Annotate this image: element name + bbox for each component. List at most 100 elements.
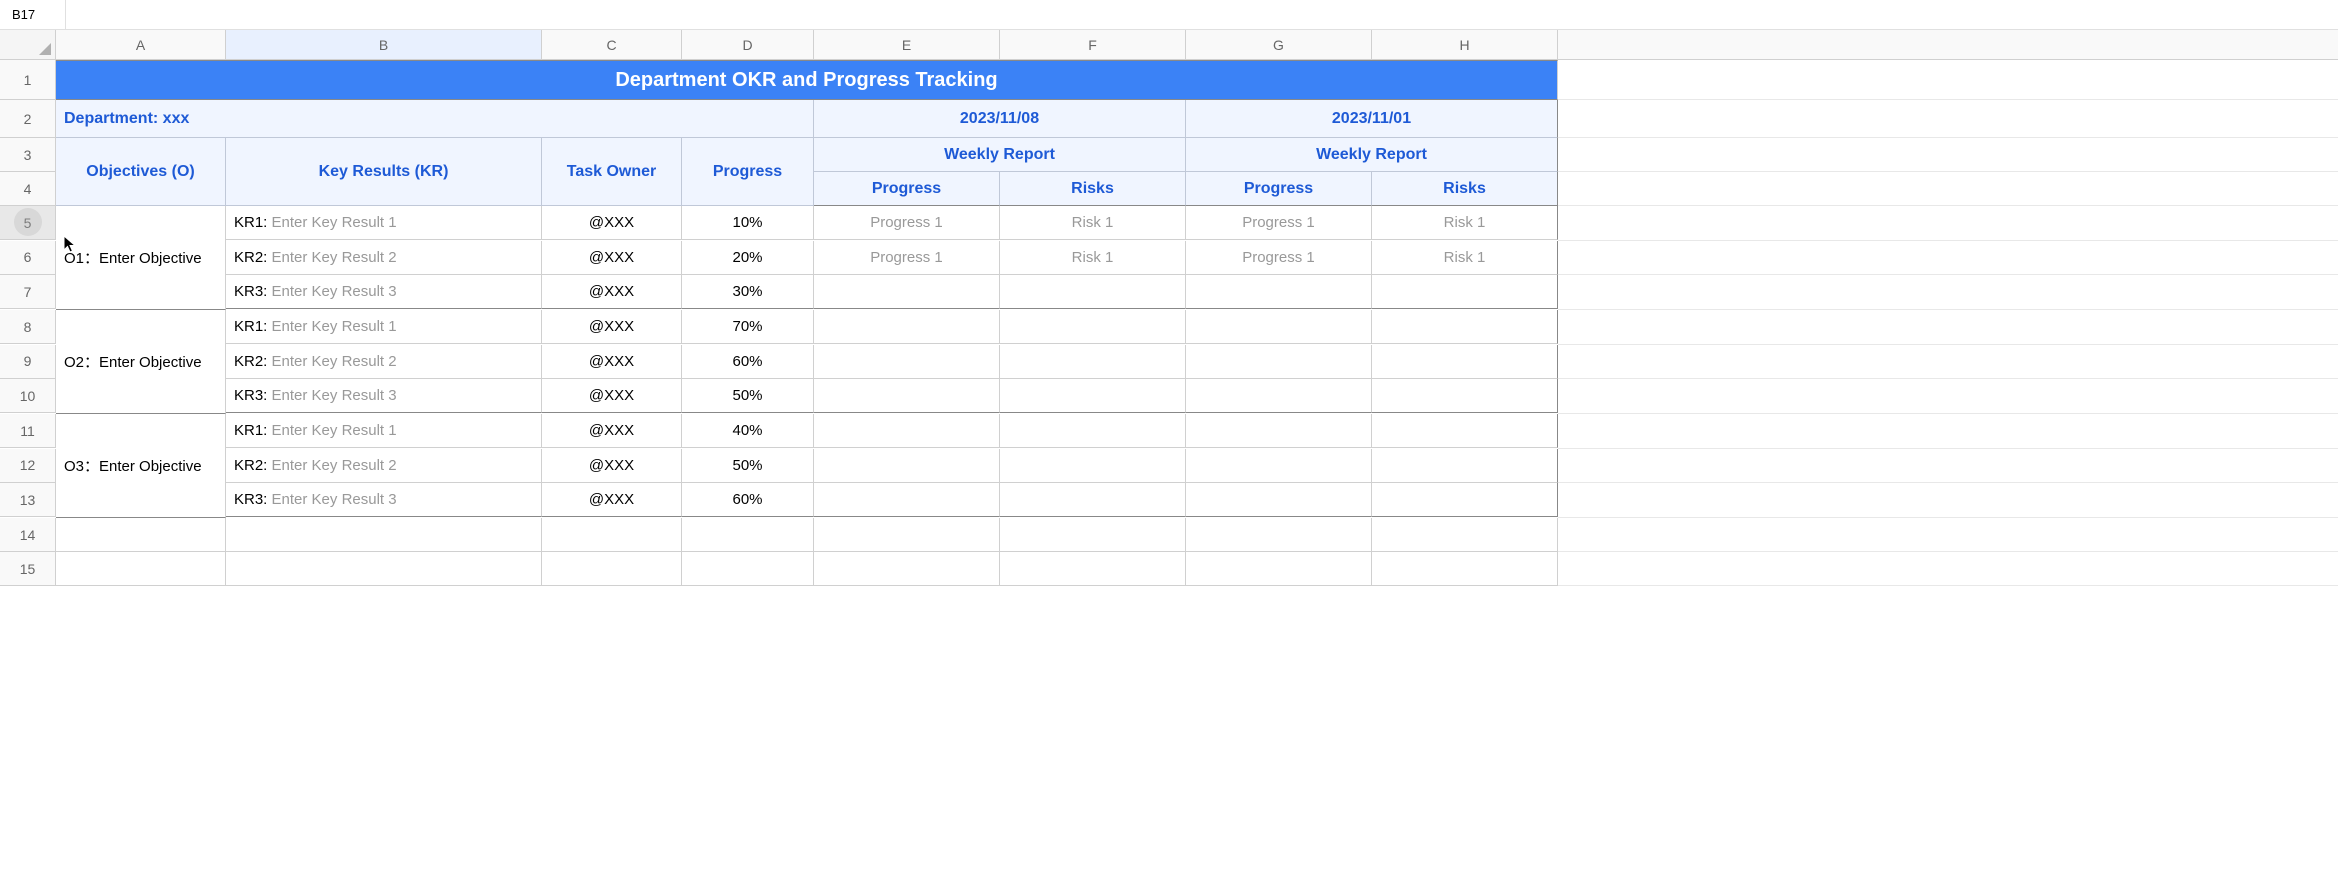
row-header-11[interactable]: 11 [0,414,56,448]
cell-extra-9[interactable] [1558,345,2338,380]
cell-h15[interactable] [1372,552,1558,586]
date-cell-2[interactable]: 2023/11/01 [1186,100,1558,138]
col-header-c[interactable]: C [542,30,682,60]
row-header-2[interactable]: 2 [0,100,56,138]
report2-progress-o1-2[interactable]: Progress 1 [1186,241,1372,275]
col-header-e[interactable]: E [814,30,1000,60]
kr-cell-o1-2[interactable]: KR2: Enter Key Result 2 [226,241,542,275]
cell-reference-input[interactable]: B17 [0,0,66,29]
cell-h14[interactable] [1372,518,1558,552]
report1-risk-o1-1[interactable]: Risk 1 [1000,206,1186,240]
row-header-15[interactable]: 15 [0,552,56,586]
report1-risk-o2-3[interactable] [1000,379,1186,413]
report2-risk-o2-1[interactable] [1372,310,1558,344]
report2-progress-o2-3[interactable] [1186,379,1372,413]
report2-progress-o2-2[interactable] [1186,345,1372,379]
report1-risk-o3-1[interactable] [1000,414,1186,448]
risks-sub-header-1[interactable]: Risks [1000,172,1186,206]
report1-progress-o2-3[interactable] [814,379,1000,413]
owner-cell-o2-1[interactable]: @XXX [542,310,682,344]
report2-risk-o2-2[interactable] [1372,345,1558,379]
cell-extra-1[interactable] [1558,60,2338,100]
row-header-8[interactable]: 8 [0,310,56,344]
cell-extra-15[interactable] [1558,552,2338,586]
cell-c15[interactable] [542,552,682,586]
report1-risk-o1-2[interactable]: Risk 1 [1000,241,1186,275]
col-header-b[interactable]: B [226,30,542,60]
report1-progress-o3-3[interactable] [814,483,1000,517]
owner-cell-o3-3[interactable]: @XXX [542,483,682,517]
kr-cell-o2-3[interactable]: KR3: Enter Key Result 3 [226,379,542,413]
report2-progress-o2-1[interactable] [1186,310,1372,344]
kr-cell-o2-1[interactable]: KR1: Enter Key Result 1 [226,310,542,344]
kr-cell-o1-1[interactable]: KR1: Enter Key Result 1 [226,206,542,240]
objective-cell-1[interactable]: O1：Enter Objective [56,206,226,310]
owner-cell-o3-2[interactable]: @XXX [542,449,682,483]
report2-risk-o3-3[interactable] [1372,483,1558,517]
department-cell[interactable]: Department: xxx [56,100,814,138]
owner-cell-o1-2[interactable]: @XXX [542,241,682,275]
kr-cell-o3-3[interactable]: KR3: Enter Key Result 3 [226,483,542,517]
cell-extra-7[interactable] [1558,275,2338,310]
progress-cell-o3-3[interactable]: 60% [682,483,814,517]
cell-g15[interactable] [1186,552,1372,586]
col-header-d[interactable]: D [682,30,814,60]
report2-risk-o1-2[interactable]: Risk 1 [1372,241,1558,275]
col-header-f[interactable]: F [1000,30,1186,60]
owner-cell-o3-1[interactable]: @XXX [542,414,682,448]
cell-c14[interactable] [542,518,682,552]
report2-progress-o1-3[interactable] [1186,275,1372,309]
risks-sub-header-2[interactable]: Risks [1372,172,1558,206]
kr-cell-o2-2[interactable]: KR2: Enter Key Result 2 [226,345,542,379]
cell-a15[interactable] [56,552,226,586]
cell-extra-14[interactable] [1558,518,2338,552]
col-header-h[interactable]: H [1372,30,1558,60]
cell-b14[interactable] [226,518,542,552]
report1-progress-o3-1[interactable] [814,414,1000,448]
cell-extra-5[interactable] [1558,206,2338,241]
cell-e14[interactable] [814,518,1000,552]
objectives-header[interactable]: Objectives (O) [56,138,226,206]
progress-cell-o1-2[interactable]: 20% [682,241,814,275]
row-header-10[interactable]: 10 [0,379,56,413]
report2-risk-o1-1[interactable]: Risk 1 [1372,206,1558,240]
report2-progress-o3-1[interactable] [1186,414,1372,448]
owner-cell-o2-3[interactable]: @XXX [542,379,682,413]
report1-risk-o2-1[interactable] [1000,310,1186,344]
cell-extra-11[interactable] [1558,414,2338,449]
owner-cell-o1-3[interactable]: @XXX [542,275,682,309]
report1-risk-o3-2[interactable] [1000,449,1186,483]
cell-d14[interactable] [682,518,814,552]
progress-cell-o3-2[interactable]: 50% [682,449,814,483]
report1-risk-o2-2[interactable] [1000,345,1186,379]
cell-extra-10[interactable] [1558,379,2338,414]
cell-extra-8[interactable] [1558,310,2338,345]
row-header-4[interactable]: 4 [0,172,56,206]
report2-risk-o1-3[interactable] [1372,275,1558,309]
report2-risk-o3-2[interactable] [1372,449,1558,483]
row-header-13[interactable]: 13 [0,483,56,517]
cell-f15[interactable] [1000,552,1186,586]
col-header-a[interactable]: A [56,30,226,60]
taskowner-header[interactable]: Task Owner [542,138,682,206]
row-header-1[interactable]: 1 [0,60,56,100]
progress-cell-o1-3[interactable]: 30% [682,275,814,309]
kr-cell-o3-1[interactable]: KR1: Enter Key Result 1 [226,414,542,448]
row-header-6[interactable]: 6 [0,241,56,275]
progress-cell-o2-2[interactable]: 60% [682,345,814,379]
cell-extra-3[interactable] [1558,138,2338,172]
objective-cell-3[interactable]: O3：Enter Objective [56,414,226,518]
report1-progress-o3-2[interactable] [814,449,1000,483]
report1-progress-o1-2[interactable]: Progress 1 [814,241,1000,275]
row-header-3[interactable]: 3 [0,138,56,172]
cell-e15[interactable] [814,552,1000,586]
objective-cell-2[interactable]: O2：Enter Objective [56,310,226,414]
report2-risk-o2-3[interactable] [1372,379,1558,413]
cell-extra-13[interactable] [1558,483,2338,518]
report1-risk-o3-3[interactable] [1000,483,1186,517]
cell-b15[interactable] [226,552,542,586]
progress-sub-header-2[interactable]: Progress [1186,172,1372,206]
cell-d15[interactable] [682,552,814,586]
cell-extra-6[interactable] [1558,241,2338,276]
report1-progress-o1-3[interactable] [814,275,1000,309]
